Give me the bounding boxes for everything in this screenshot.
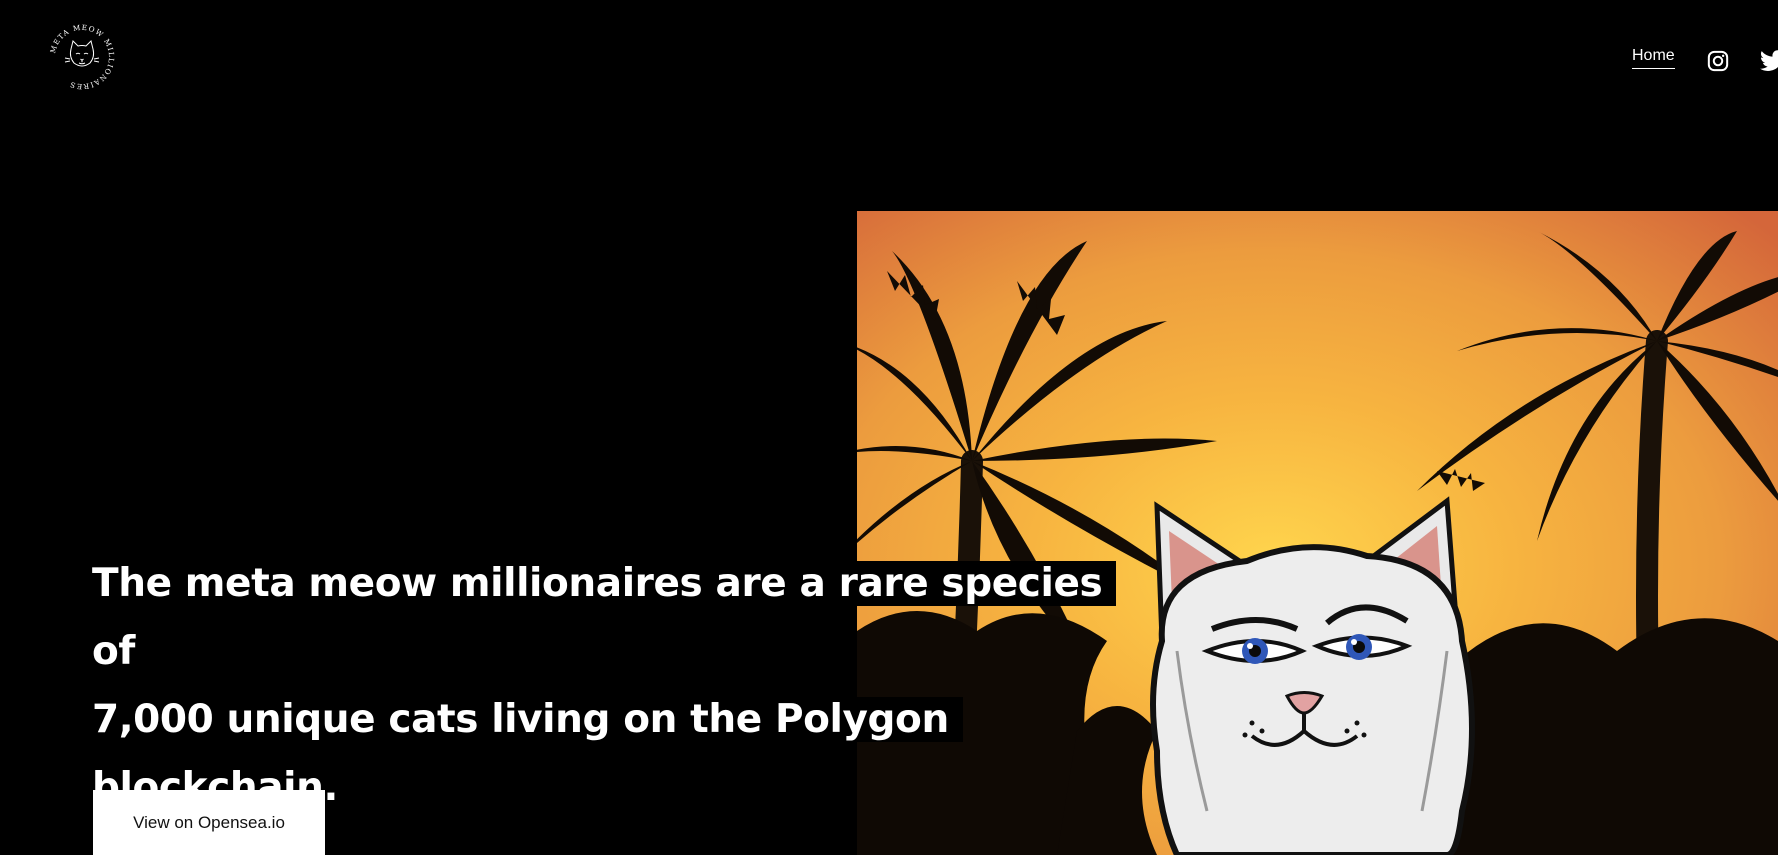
brand-logo[interactable]: META MEOW MILLIONAIRES [46, 21, 118, 93]
hero-headline-line1: The meta meow millionaires are a rare sp… [92, 561, 1117, 674]
view-on-opensea-button[interactable]: View on Opensea.io [93, 790, 325, 855]
nav-home-link[interactable]: Home [1632, 47, 1675, 69]
svg-text:META MEOW MILLIONAIRES: META MEOW MILLIONAIRES [48, 23, 116, 91]
cat-character [1150, 496, 1475, 855]
instagram-icon[interactable] [1707, 50, 1729, 72]
hero-headline-line2: 7,000 unique cats living on the Polygon [92, 697, 963, 742]
cat-logo-icon: META MEOW MILLIONAIRES [48, 23, 116, 91]
twitter-icon[interactable] [1759, 50, 1778, 72]
hero-headline: The meta meow millionaires are a rare sp… [92, 550, 1152, 822]
top-nav: Home [1632, 47, 1675, 69]
